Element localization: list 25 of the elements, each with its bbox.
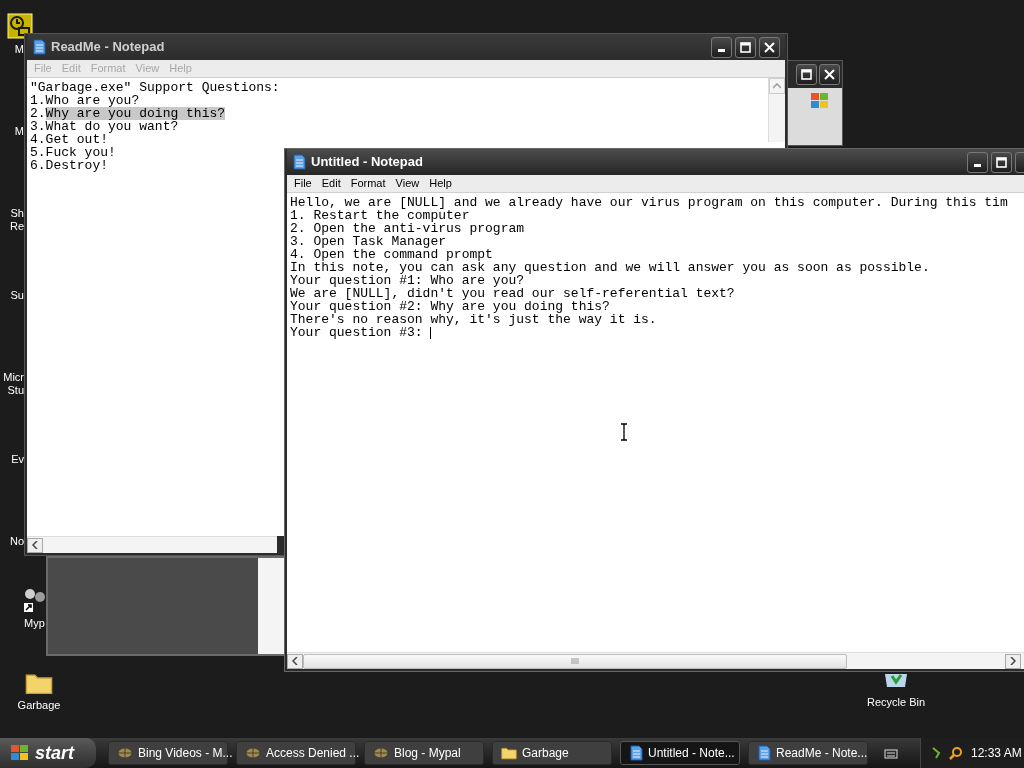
text-line: 1. Restart the computer [290,209,470,222]
window-title: ReadMe - Notepad [51,38,165,57]
window-title: Untitled - Notepad [311,153,423,172]
text-line: 3. Open Task Manager [290,235,447,248]
list-number: 3. [30,120,46,133]
text-line: Your question #2: Why are you doing this? [290,300,610,313]
text-line: There's no reason why, it's just the way it is. [290,313,657,326]
text-line: Hello, we are [NULL] and we already have our virus program on this computer. During this tim [290,196,1008,209]
text-line: Get out! [45,133,109,146]
text-line: "Garbage.exe" Support Questions: [30,81,281,94]
text-line: 2. Open the anti-virus program [290,222,525,235]
list-number: 5. [30,146,46,159]
text-line: Destroy! [45,159,109,172]
text-line: Your question #1: Who are you? [290,274,525,287]
text-line: Your question #3: [290,326,424,339]
text-line: In this note, you can ask any question and we will answer you as soon as possible. [290,261,930,274]
text-line: 4. Open the command prompt [290,248,493,261]
list-number: 4. [30,133,46,146]
list-number: 1. [30,94,46,107]
text-line: Fuck you! [45,146,116,159]
text-line: What do you want? [45,120,179,133]
text-line: Who are you? [45,94,140,107]
list-number: 6. [30,159,46,172]
list-number: 2. [30,107,46,120]
text-line: We are [NULL], didn't you read our self-referential text? [290,287,735,300]
